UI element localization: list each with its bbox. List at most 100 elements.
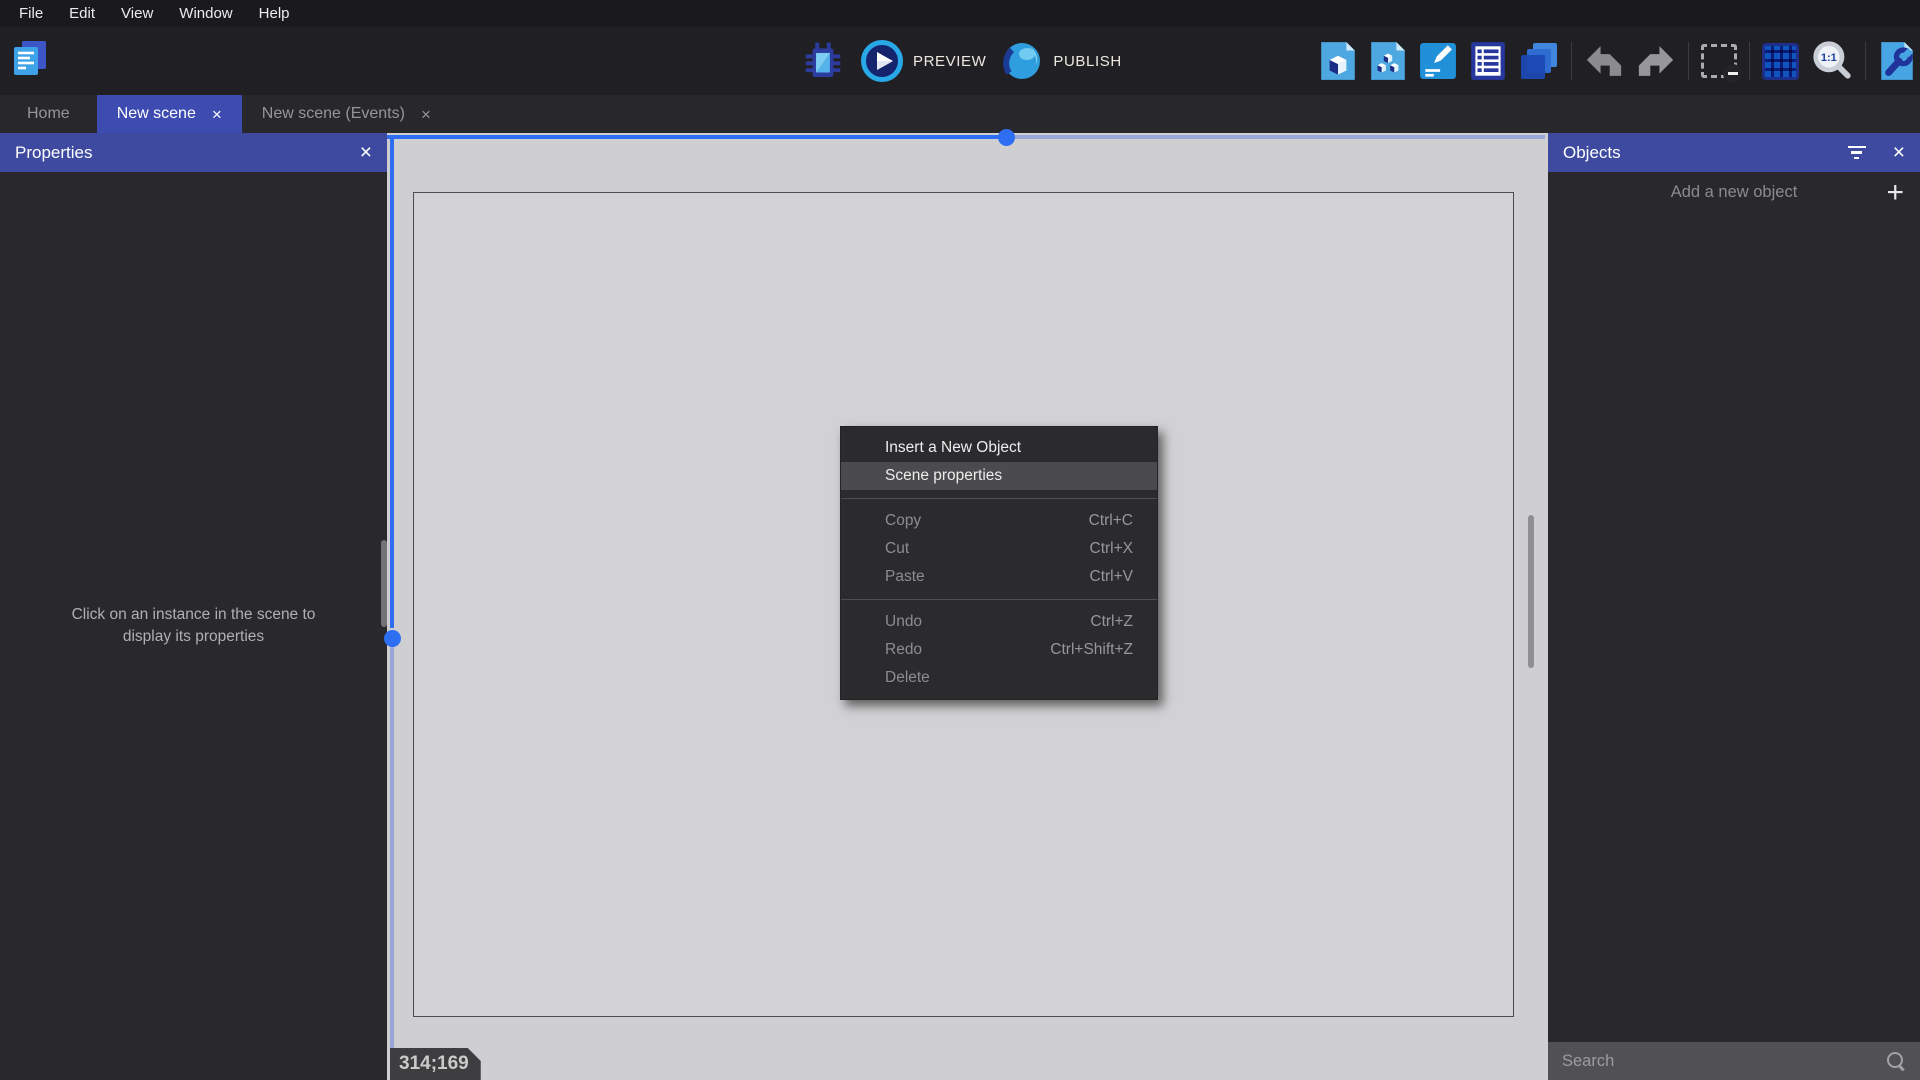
toolbar-separator — [1571, 42, 1572, 80]
hscroll-track-rest — [1014, 135, 1545, 139]
toolbar-separator — [1688, 42, 1689, 80]
context-menu-item-scene-properties[interactable]: Scene properties — [841, 462, 1157, 490]
context-menu: Insert a New Object Scene properties Cop… — [840, 426, 1158, 700]
wrench-icon — [1878, 40, 1916, 82]
context-menu-item-cut[interactable]: Cut Ctrl+X — [841, 535, 1157, 563]
menu-bar: File Edit View Window Help — [0, 0, 1920, 27]
menu-item-label: Redo — [885, 641, 1050, 659]
toolbar-right-group: 1:1 — [1319, 39, 1916, 83]
zoom-one-to-one-icon: 1:1 — [1811, 40, 1853, 82]
vscroll-track-active — [390, 135, 394, 628]
menu-item-shortcut: Ctrl+C — [1089, 512, 1133, 530]
project-manager-button[interactable] — [8, 37, 52, 81]
tab-new-scene-events[interactable]: New scene (Events) × — [242, 95, 451, 133]
clear-selection-button[interactable] — [1701, 44, 1737, 78]
object-groups-button[interactable] — [1369, 40, 1407, 82]
objects-panel: Objects × Add a new object + — [1548, 133, 1920, 1080]
canvas-right-scrollbar[interactable] — [1528, 515, 1534, 668]
redo-icon — [1636, 45, 1676, 77]
debugger-icon — [800, 38, 846, 84]
properties-panel: Properties × Click on an instance in the… — [0, 133, 387, 1080]
menu-window[interactable]: Window — [166, 0, 245, 27]
context-menu-item-redo[interactable]: Redo Ctrl+Shift+Z — [841, 636, 1157, 664]
menu-item-label: Cut — [885, 540, 1090, 558]
project-manager-icon — [8, 37, 52, 81]
close-tab-icon[interactable]: × — [421, 106, 431, 123]
filter-icon[interactable] — [1847, 146, 1867, 160]
properties-empty-hint: Click on an instance in the scene to dis… — [69, 604, 319, 649]
play-icon — [860, 39, 904, 83]
search-input[interactable] — [1562, 1052, 1886, 1071]
canvas-vertical-scrollbar[interactable] — [390, 135, 394, 1080]
deselect-icon — [1701, 44, 1737, 78]
gdevelop-window: File Edit View Window Help — [0, 0, 1920, 1080]
menu-item-shortcut: Ctrl+Z — [1090, 613, 1133, 631]
context-menu-item-delete[interactable]: Delete — [841, 664, 1157, 692]
add-object-row[interactable]: Add a new object + — [1548, 172, 1920, 213]
close-panel-icon[interactable]: × — [1893, 142, 1905, 163]
plus-icon[interactable]: + — [1886, 175, 1904, 211]
menu-item-label: Insert a New Object — [885, 439, 1133, 457]
menu-item-label: Undo — [885, 613, 1090, 631]
toggle-grid-button[interactable] — [1762, 43, 1799, 80]
tab-home[interactable]: Home — [0, 95, 97, 133]
search-icon — [1886, 1051, 1906, 1071]
close-panel-icon[interactable]: × — [360, 142, 372, 163]
publish-button[interactable]: PUBLISH — [1000, 39, 1121, 83]
canvas-horizontal-scrollbar[interactable] — [387, 135, 1545, 139]
objects-panel-title: Objects — [1563, 143, 1821, 163]
redo-button[interactable] — [1636, 45, 1676, 77]
toolbar-separator — [1749, 42, 1750, 80]
scene-properties-button[interactable] — [1878, 40, 1916, 82]
objects-search-bar — [1548, 1042, 1920, 1080]
toolbar-separator — [1865, 42, 1866, 80]
properties-editor-button[interactable] — [1419, 42, 1457, 80]
layers-icon — [1519, 41, 1559, 81]
vscroll-track-rest — [390, 636, 394, 1080]
add-object-label: Add a new object — [1548, 183, 1920, 202]
context-menu-item-insert-new-object[interactable]: Insert a New Object — [841, 434, 1157, 462]
pencil-icon — [1419, 42, 1457, 80]
tab-label: New scene — [117, 105, 196, 123]
menu-help[interactable]: Help — [246, 0, 303, 27]
context-menu-item-paste[interactable]: Paste Ctrl+V — [841, 563, 1157, 591]
vscroll-thumb[interactable] — [384, 630, 401, 647]
context-menu-item-undo[interactable]: Undo Ctrl+Z — [841, 608, 1157, 636]
objects-editor-button[interactable] — [1319, 40, 1357, 82]
menu-item-shortcut: Ctrl+Shift+Z — [1050, 641, 1133, 659]
properties-panel-body: Click on an instance in the scene to dis… — [0, 172, 387, 1080]
context-menu-separator — [841, 599, 1157, 600]
zoom-reset-button[interactable]: 1:1 — [1811, 40, 1853, 82]
publish-globe-icon — [1000, 39, 1044, 83]
menu-file[interactable]: File — [6, 0, 56, 27]
menu-item-label: Paste — [885, 568, 1090, 586]
editor-tab-bar: Home New scene × New scene (Events) × — [0, 95, 1920, 133]
object-groups-icon — [1369, 40, 1407, 82]
context-menu-item-copy[interactable]: Copy Ctrl+C — [841, 507, 1157, 535]
tab-label: New scene (Events) — [262, 105, 405, 123]
publish-label: PUBLISH — [1053, 53, 1121, 70]
context-menu-separator — [841, 498, 1157, 499]
objects-panel-header: Objects × — [1548, 133, 1920, 172]
main-toolbar: PREVIEW PUBLISH — [0, 27, 1920, 95]
objects-editor-icon — [1319, 40, 1357, 82]
svg-text:1:1: 1:1 — [1821, 52, 1837, 64]
undo-button[interactable] — [1584, 45, 1624, 77]
menu-item-label: Scene properties — [885, 467, 1133, 485]
properties-panel-header: Properties × — [0, 133, 387, 172]
tab-new-scene[interactable]: New scene × — [97, 95, 242, 133]
instances-list-icon — [1469, 40, 1507, 82]
preview-button[interactable]: PREVIEW — [860, 39, 986, 83]
menu-edit[interactable]: Edit — [56, 0, 108, 27]
menu-view[interactable]: View — [108, 0, 166, 27]
menu-item-shortcut: Ctrl+V — [1090, 568, 1134, 586]
toolbar-center-group: PREVIEW PUBLISH — [800, 37, 1122, 85]
menu-item-shortcut: Ctrl+X — [1090, 540, 1134, 558]
hscroll-thumb[interactable] — [998, 129, 1015, 146]
instances-list-button[interactable] — [1469, 40, 1507, 82]
layers-editor-button[interactable] — [1519, 41, 1559, 81]
debugger-button[interactable] — [800, 38, 846, 84]
undo-icon — [1584, 45, 1624, 77]
tab-label: Home — [27, 105, 70, 123]
close-tab-icon[interactable]: × — [212, 106, 222, 123]
